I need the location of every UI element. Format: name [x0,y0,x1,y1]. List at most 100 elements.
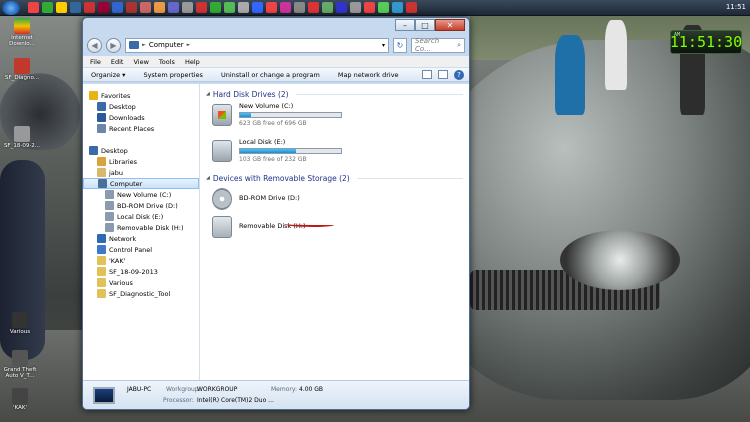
taskbar-app-icon[interactable] [224,2,235,13]
desktop-icon-kak[interactable]: 'KAK' [0,388,40,411]
clock-gadget[interactable]: AM 11:51:30 [670,30,742,54]
recent-places-icon [97,124,106,133]
nav-item[interactable]: SF_18-09-2013 [83,266,199,277]
drive-item[interactable]: Local Disk (E:) 103 GB free of 232 GB [212,136,463,172]
nav-item-label: Computer [110,179,143,188]
refresh-button[interactable]: ↻ [393,37,407,53]
nav-item-label: Recent Places [109,124,155,133]
taskbar-app-icon[interactable] [308,2,319,13]
nav-item[interactable]: Control Panel [83,244,199,255]
nav-item[interactable]: SF_Diagnostic_Tool [83,288,199,299]
nav-item[interactable]: Removable Disk (H:) [83,222,199,233]
taskbar-app-icon[interactable] [168,2,179,13]
nav-item[interactable]: Local Disk (E:) [83,211,199,222]
taskbar-app-icon[interactable] [42,2,53,13]
content-pane: ◢ Hard Disk Drives (2) New Volume (C:) 6… [200,84,469,380]
desktop-icon-gta[interactable]: Grand Theft Auto V_T... [0,350,40,379]
help-icon[interactable]: ? [454,69,464,80]
drive-item[interactable]: BD-ROM Drive (D:) [212,184,463,212]
search-input[interactable]: Search Co... ⌕ [411,37,465,53]
nav-item[interactable]: jabu [83,167,199,178]
window-titlebar[interactable]: – □ ✕ [83,18,469,34]
taskbar-app-icon[interactable] [210,2,221,13]
desktop-icon-label: SF_Diagno... [4,75,40,81]
nav-item[interactable]: Various [83,277,199,288]
drive-item[interactable]: Removable Disk (H:) [212,212,463,240]
nav-item[interactable]: Downloads [83,112,199,123]
address-bar[interactable]: ► Computer ► ▾ [125,37,389,53]
menu-file[interactable]: File [90,58,101,66]
taskbar-app-icon[interactable] [84,2,95,13]
taskbar-app-icon[interactable] [182,2,193,13]
menu-edit[interactable]: Edit [111,58,124,66]
desktop-icon-label: Internet Downlo... [9,35,35,47]
taskbar-app-icon[interactable] [126,2,137,13]
nav-item[interactable]: Libraries [83,156,199,167]
taskbar-app-icon[interactable] [406,2,417,13]
menu-help[interactable]: Help [185,58,200,66]
taskbar-app-icon[interactable] [154,2,165,13]
nav-item[interactable]: Computer [83,178,199,189]
menu-view[interactable]: View [133,58,148,66]
drive-name: Local Disk (E:) [239,138,286,146]
forward-button[interactable]: ▶ [106,37,121,53]
map-network-drive-button[interactable]: Map network drive [338,71,399,79]
taskbar-app-icon[interactable] [294,2,305,13]
taskbar-app-icon[interactable] [336,2,347,13]
taskbar-app-icon[interactable] [98,2,109,13]
nav-item[interactable]: 'KAK' [83,255,199,266]
desktop-icon-sf-diagnostic[interactable]: SF_Diagno... [2,58,42,81]
taskbar-app-icon[interactable] [56,2,67,13]
view-options-icon[interactable] [422,70,432,79]
collapse-icon: ◢ [206,175,210,181]
taskbar-app-icon[interactable] [280,2,291,13]
taskbar-app-icon[interactable] [196,2,207,13]
memory-label: Memory: [271,386,297,393]
taskbar-app-icon[interactable] [350,2,361,13]
taskbar-app-icon[interactable] [28,2,39,13]
drive-item[interactable]: New Volume (C:) 623 GB free of 696 GB [212,100,463,136]
system-properties-button[interactable]: System properties [143,71,202,79]
taskbar-app-icon[interactable] [266,2,277,13]
drive-usage-fill [240,149,297,153]
taskbar-app-icon[interactable] [252,2,263,13]
nav-item[interactable]: Recent Places [83,123,199,134]
taskbar-app-icon[interactable] [238,2,249,13]
taskbar-clock[interactable]: 11:51 [726,3,746,11]
organize-button[interactable]: Organize ▾ [91,71,125,79]
nav-item-label: Various [109,278,133,287]
nav-item[interactable]: Favorites [83,90,199,101]
taskbar-app-icon[interactable] [322,2,333,13]
computer-icon [98,179,107,188]
desktop-icon-label: Grand Theft Auto V_T... [3,367,37,379]
control-panel-icon [97,245,106,254]
back-button[interactable]: ◀ [87,37,102,53]
taskbar-app-icon[interactable] [140,2,151,13]
uninstall-program-button[interactable]: Uninstall or change a program [221,71,320,79]
hard-drive-icon [212,104,232,126]
nav-item[interactable]: Desktop [83,101,199,112]
address-dropdown-icon[interactable]: ▾ [382,42,385,49]
group-header-removable[interactable]: ◢ Devices with Removable Storage (2) [206,172,463,184]
nav-item[interactable]: Desktop [83,145,199,156]
taskbar-app-icon[interactable] [112,2,123,13]
close-button[interactable]: ✕ [435,19,465,31]
taskbar-app-icon[interactable] [70,2,81,13]
maximize-button[interactable]: □ [415,19,435,31]
minimize-button[interactable]: – [395,19,415,31]
desktop-icon-sf-folder[interactable]: SF_18-09-2... [2,126,42,149]
group-header-hard-disk[interactable]: ◢ Hard Disk Drives (2) [206,88,463,100]
address-sep-icon[interactable]: ► [187,42,191,48]
computer-icon [93,387,115,404]
nav-item[interactable]: Network [83,233,199,244]
preview-pane-icon[interactable] [438,70,448,79]
menu-tools[interactable]: Tools [159,58,175,66]
desktop-icon-internet-download[interactable]: Internet Downlo... [2,18,42,47]
taskbar-app-icon[interactable] [378,2,389,13]
taskbar-app-icon[interactable] [392,2,403,13]
taskbar-app-icon[interactable] [364,2,375,13]
nav-item[interactable]: BD-ROM Drive (D:) [83,200,199,211]
desktop-icon-various[interactable]: Various [0,312,40,335]
nav-item[interactable]: New Volume (C:) [83,189,199,200]
start-button[interactable] [2,0,20,15]
